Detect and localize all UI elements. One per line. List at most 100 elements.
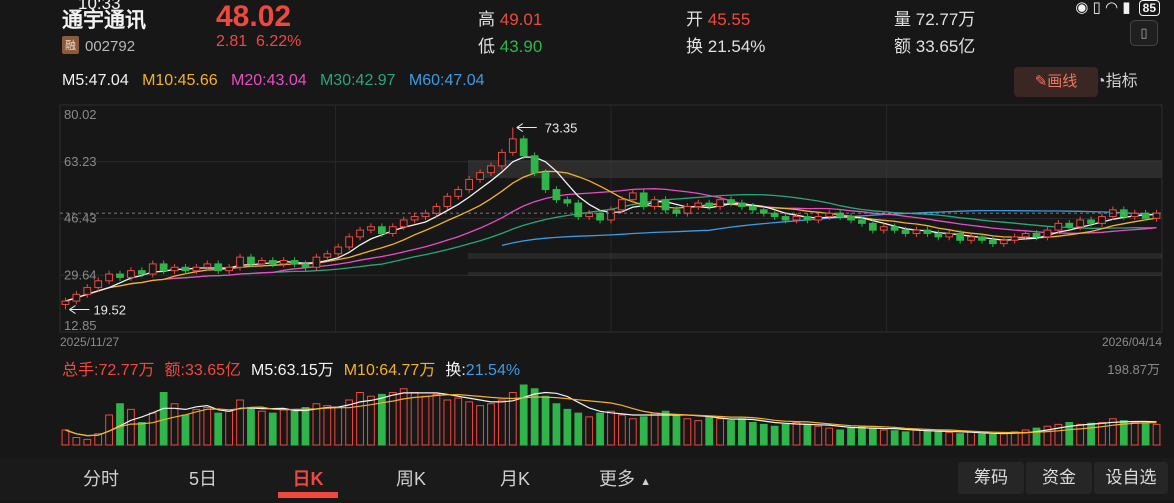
candle-body xyxy=(956,232,965,241)
battery-icon: 85 xyxy=(1138,0,1160,16)
ma60-label: M60:47.04 xyxy=(408,72,485,89)
add-watchlist-button[interactable]: 设自选 xyxy=(1094,462,1168,494)
volume-bar xyxy=(421,395,430,446)
candle-body xyxy=(159,263,168,272)
volume-bar xyxy=(345,399,354,446)
low-label: 低 xyxy=(478,37,495,56)
candle-body xyxy=(61,300,70,305)
candle-body xyxy=(858,219,866,224)
candle-body xyxy=(574,202,583,218)
volume-turnover-value: 21.54% xyxy=(466,362,520,379)
ma20-label: M20:43.04 xyxy=(231,72,307,89)
candle-body xyxy=(1032,232,1041,238)
volume-bar xyxy=(410,392,419,446)
ma30-label: M30:42.97 xyxy=(319,72,396,89)
candle-body xyxy=(541,172,550,191)
volume-bar xyxy=(541,395,550,446)
ma-legend: M5:47.04 M10:45.66 M20:43.04 M30:42.97 M… xyxy=(62,72,485,90)
ma10-label: M10:45.66 xyxy=(142,72,218,89)
candle-body xyxy=(836,212,845,218)
volume-bar xyxy=(148,412,157,446)
candle-body xyxy=(388,226,397,234)
volume-bar xyxy=(639,416,648,446)
candle-body xyxy=(137,270,146,275)
candle-body xyxy=(1021,232,1030,238)
candle-body xyxy=(607,209,615,221)
volume-bar xyxy=(225,410,234,446)
candle-body xyxy=(1054,222,1063,231)
volume-bar xyxy=(781,423,790,446)
volume-bar xyxy=(552,403,561,446)
volume-value: 72.77万 xyxy=(915,10,976,29)
kline-chart[interactable]: 80.0263.2346.4329.6412.8573.3519.522025/… xyxy=(0,100,1174,458)
volume-bar xyxy=(759,423,768,446)
volume-bar xyxy=(923,430,932,446)
draw-line-button[interactable]: ✎画线 xyxy=(1014,67,1098,97)
candle-body xyxy=(716,199,724,207)
candle-body xyxy=(508,138,517,153)
candle-body xyxy=(628,192,637,201)
y-tick-label: 80.02 xyxy=(64,107,97,122)
candle-body xyxy=(727,199,735,204)
eye-icon: ◉ xyxy=(1075,0,1089,16)
candle-body xyxy=(759,209,768,214)
caret-up-icon: ▲ xyxy=(640,476,651,488)
volume-bar xyxy=(1087,422,1095,446)
stock-code-row: 融 002792 xyxy=(62,36,135,55)
candle-body xyxy=(803,216,812,221)
volume-bar xyxy=(465,401,474,446)
pencil-icon: ✎ xyxy=(1034,73,1048,90)
high-annotation: 73.35 xyxy=(545,121,578,136)
tab-more[interactable]: 更多 ▲ xyxy=(576,458,674,500)
y-tick-label: 29.64 xyxy=(64,267,97,282)
volume-bar xyxy=(279,408,288,446)
amount-field: 额 33.65亿 xyxy=(894,32,975,57)
volume-bar xyxy=(748,422,757,446)
volume-label: 量 xyxy=(894,10,911,29)
candle-body xyxy=(978,236,986,241)
turnover-label: 换 xyxy=(686,37,703,56)
volume-bar xyxy=(181,414,190,446)
volume-bar xyxy=(672,414,681,446)
open-field: 开 45.55 xyxy=(686,5,750,30)
candle-body xyxy=(770,212,779,218)
candle-body xyxy=(847,216,855,221)
resistance-band xyxy=(468,160,1162,178)
price-change: 2.81 6.22% xyxy=(216,33,301,51)
candle-body xyxy=(792,216,801,221)
tab-monthly-k[interactable]: 月K xyxy=(476,458,554,500)
volume-bar xyxy=(454,397,463,446)
volume-bar xyxy=(72,437,81,446)
volume-bar xyxy=(214,412,223,446)
indicator-button[interactable]: ◔指标 xyxy=(1096,67,1138,97)
volume-info-row: 总手:72.77万 额:33.65亿 M5:63.15万 M10:64.77万 换:21… xyxy=(62,361,520,379)
volume-bar xyxy=(978,433,986,446)
ma5-label: M5:47.04 xyxy=(62,72,129,89)
candle-body xyxy=(312,256,321,268)
candle-body xyxy=(748,205,757,211)
volume-bar xyxy=(585,416,594,446)
candle-body xyxy=(901,229,910,234)
y-tick-label: 63.23 xyxy=(64,154,97,169)
low-field: 低 43.90 xyxy=(478,32,542,57)
capital-flow-button[interactable]: 资金 xyxy=(1026,462,1092,494)
candle-body xyxy=(530,155,539,174)
candle-body xyxy=(247,256,255,265)
tab-5day[interactable]: 5日 xyxy=(164,458,242,500)
candle-body xyxy=(410,216,419,221)
tab-weekly-k[interactable]: 周K xyxy=(372,458,450,500)
tab-intraday[interactable]: 分时 xyxy=(62,458,140,500)
candle-body xyxy=(738,202,746,207)
candle-body xyxy=(1010,236,1019,241)
volume-bar xyxy=(618,414,626,446)
volume-bar xyxy=(901,431,910,446)
landscape-toggle-button[interactable]: ▯ xyxy=(1130,20,1158,46)
volume-bar xyxy=(476,405,484,446)
candle-body xyxy=(214,263,223,272)
candle-body xyxy=(105,273,113,282)
chip-distribution-button[interactable]: 筹码 xyxy=(958,462,1024,494)
volume-bar xyxy=(290,410,299,446)
support-band xyxy=(468,272,1162,276)
volume-bar xyxy=(399,388,408,446)
candle-body xyxy=(999,239,1008,245)
